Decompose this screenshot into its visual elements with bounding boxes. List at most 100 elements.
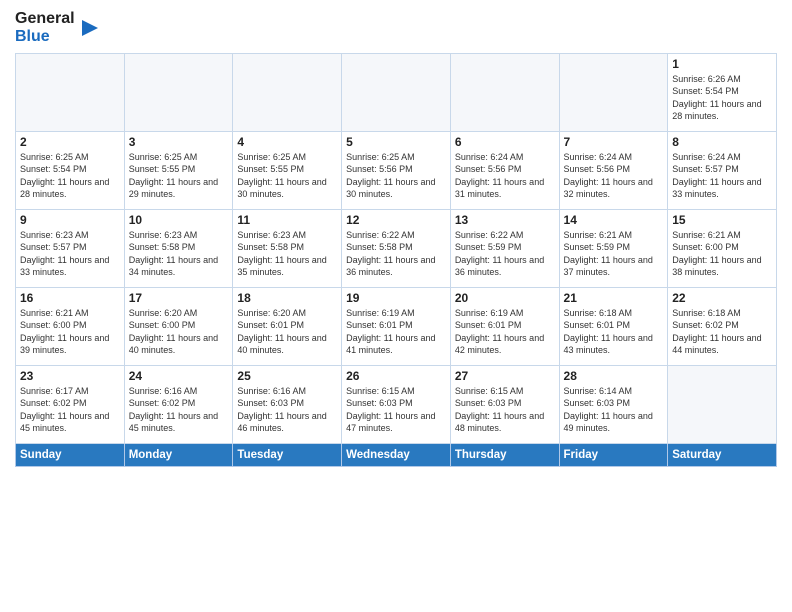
week-row-2: 2 Sunrise: 6:25 AM Sunset: 5:54 PM Daylig… (16, 131, 777, 209)
calendar-cell: 16 Sunrise: 6:21 AM Sunset: 6:00 PM Dayli… (16, 287, 125, 365)
calendar-table: 1 Sunrise: 6:26 AM Sunset: 5:54 PM Daylig… (15, 53, 777, 467)
day-number: 27 (455, 369, 555, 383)
calendar-cell (233, 53, 342, 131)
day-number: 3 (129, 135, 229, 149)
calendar-cell: 17 Sunrise: 6:20 AM Sunset: 6:00 PM Dayli… (124, 287, 233, 365)
weekday-header-thursday: Thursday (450, 443, 559, 466)
calendar-cell: 7 Sunrise: 6:24 AM Sunset: 5:56 PM Daylig… (559, 131, 668, 209)
day-info: Sunrise: 6:25 AM Sunset: 5:55 PM Dayligh… (237, 151, 337, 201)
day-number: 25 (237, 369, 337, 383)
logo-general: General (15, 10, 75, 28)
day-info: Sunrise: 6:24 AM Sunset: 5:57 PM Dayligh… (672, 151, 772, 201)
day-number: 22 (672, 291, 772, 305)
calendar-cell: 24 Sunrise: 6:16 AM Sunset: 6:02 PM Dayli… (124, 365, 233, 443)
day-number: 1 (672, 57, 772, 71)
day-info: Sunrise: 6:23 AM Sunset: 5:58 PM Dayligh… (129, 229, 229, 279)
day-info: Sunrise: 6:26 AM Sunset: 5:54 PM Dayligh… (672, 73, 772, 123)
day-info: Sunrise: 6:21 AM Sunset: 6:00 PM Dayligh… (672, 229, 772, 279)
day-number: 7 (564, 135, 664, 149)
calendar-cell (668, 365, 777, 443)
calendar-cell: 21 Sunrise: 6:18 AM Sunset: 6:01 PM Dayli… (559, 287, 668, 365)
day-number: 23 (20, 369, 120, 383)
weekday-header-saturday: Saturday (668, 443, 777, 466)
day-number: 26 (346, 369, 446, 383)
day-info: Sunrise: 6:20 AM Sunset: 6:01 PM Dayligh… (237, 307, 337, 357)
day-number: 2 (20, 135, 120, 149)
logo-arrow-icon (78, 17, 100, 39)
day-info: Sunrise: 6:20 AM Sunset: 6:00 PM Dayligh… (129, 307, 229, 357)
day-number: 9 (20, 213, 120, 227)
day-number: 16 (20, 291, 120, 305)
logo: General Blue (15, 10, 100, 45)
day-info: Sunrise: 6:21 AM Sunset: 5:59 PM Dayligh… (564, 229, 664, 279)
calendar-cell: 23 Sunrise: 6:17 AM Sunset: 6:02 PM Dayli… (16, 365, 125, 443)
week-row-3: 9 Sunrise: 6:23 AM Sunset: 5:57 PM Daylig… (16, 209, 777, 287)
calendar-cell: 25 Sunrise: 6:16 AM Sunset: 6:03 PM Dayli… (233, 365, 342, 443)
day-number: 12 (346, 213, 446, 227)
day-info: Sunrise: 6:23 AM Sunset: 5:58 PM Dayligh… (237, 229, 337, 279)
day-number: 19 (346, 291, 446, 305)
calendar-cell: 28 Sunrise: 6:14 AM Sunset: 6:03 PM Dayli… (559, 365, 668, 443)
day-info: Sunrise: 6:17 AM Sunset: 6:02 PM Dayligh… (20, 385, 120, 435)
calendar-cell: 9 Sunrise: 6:23 AM Sunset: 5:57 PM Daylig… (16, 209, 125, 287)
day-number: 4 (237, 135, 337, 149)
day-info: Sunrise: 6:19 AM Sunset: 6:01 PM Dayligh… (346, 307, 446, 357)
day-info: Sunrise: 6:18 AM Sunset: 6:01 PM Dayligh… (564, 307, 664, 357)
day-info: Sunrise: 6:19 AM Sunset: 6:01 PM Dayligh… (455, 307, 555, 357)
calendar-cell: 18 Sunrise: 6:20 AM Sunset: 6:01 PM Dayli… (233, 287, 342, 365)
calendar-cell: 20 Sunrise: 6:19 AM Sunset: 6:01 PM Dayli… (450, 287, 559, 365)
day-info: Sunrise: 6:22 AM Sunset: 5:58 PM Dayligh… (346, 229, 446, 279)
day-info: Sunrise: 6:16 AM Sunset: 6:02 PM Dayligh… (129, 385, 229, 435)
calendar-cell (559, 53, 668, 131)
calendar-page: General Blue 1 Sunrise: 6:26 AM Sunset: 5… (0, 0, 792, 612)
day-info: Sunrise: 6:16 AM Sunset: 6:03 PM Dayligh… (237, 385, 337, 435)
day-info: Sunrise: 6:23 AM Sunset: 5:57 PM Dayligh… (20, 229, 120, 279)
calendar-cell: 10Sunrise: 6:23 AM Sunset: 5:58 PM Dayli… (124, 209, 233, 287)
day-info: Sunrise: 6:25 AM Sunset: 5:54 PM Dayligh… (20, 151, 120, 201)
calendar-cell: 19 Sunrise: 6:19 AM Sunset: 6:01 PM Dayli… (342, 287, 451, 365)
day-number: 21 (564, 291, 664, 305)
calendar-cell: 4 Sunrise: 6:25 AM Sunset: 5:55 PM Daylig… (233, 131, 342, 209)
day-info: Sunrise: 6:24 AM Sunset: 5:56 PM Dayligh… (455, 151, 555, 201)
day-info: Sunrise: 6:24 AM Sunset: 5:56 PM Dayligh… (564, 151, 664, 201)
weekday-header-wednesday: Wednesday (342, 443, 451, 466)
day-info: Sunrise: 6:15 AM Sunset: 6:03 PM Dayligh… (346, 385, 446, 435)
day-number: 14 (564, 213, 664, 227)
week-row-1: 1 Sunrise: 6:26 AM Sunset: 5:54 PM Daylig… (16, 53, 777, 131)
calendar-cell: 5Sunrise: 6:25 AM Sunset: 5:56 PM Daylig… (342, 131, 451, 209)
calendar-cell (450, 53, 559, 131)
logo-container: General Blue (15, 10, 100, 45)
day-number: 5 (346, 135, 446, 149)
calendar-cell: 22 Sunrise: 6:18 AM Sunset: 6:02 PM Dayli… (668, 287, 777, 365)
calendar-cell: 26 Sunrise: 6:15 AM Sunset: 6:03 PM Dayli… (342, 365, 451, 443)
calendar-cell: 11 Sunrise: 6:23 AM Sunset: 5:58 PM Dayli… (233, 209, 342, 287)
day-number: 6 (455, 135, 555, 149)
weekday-header-monday: Monday (124, 443, 233, 466)
calendar-cell: 14 Sunrise: 6:21 AM Sunset: 5:59 PM Dayli… (559, 209, 668, 287)
header: General Blue (15, 10, 777, 45)
calendar-cell: 3Sunrise: 6:25 AM Sunset: 5:55 PM Daylig… (124, 131, 233, 209)
day-number: 24 (129, 369, 229, 383)
weekday-header-friday: Friday (559, 443, 668, 466)
day-info: Sunrise: 6:18 AM Sunset: 6:02 PM Dayligh… (672, 307, 772, 357)
week-row-4: 16 Sunrise: 6:21 AM Sunset: 6:00 PM Dayli… (16, 287, 777, 365)
calendar-cell: 8 Sunrise: 6:24 AM Sunset: 5:57 PM Daylig… (668, 131, 777, 209)
calendar-cell (342, 53, 451, 131)
calendar-cell: 27Sunrise: 6:15 AM Sunset: 6:03 PM Dayli… (450, 365, 559, 443)
calendar-cell: 6 Sunrise: 6:24 AM Sunset: 5:56 PM Daylig… (450, 131, 559, 209)
day-number: 17 (129, 291, 229, 305)
day-number: 13 (455, 213, 555, 227)
day-number: 18 (237, 291, 337, 305)
day-number: 20 (455, 291, 555, 305)
day-number: 8 (672, 135, 772, 149)
day-number: 11 (237, 213, 337, 227)
calendar-cell (16, 53, 125, 131)
calendar-cell: 15 Sunrise: 6:21 AM Sunset: 6:00 PM Dayli… (668, 209, 777, 287)
weekday-header-tuesday: Tuesday (233, 443, 342, 466)
day-number: 28 (564, 369, 664, 383)
day-info: Sunrise: 6:21 AM Sunset: 6:00 PM Dayligh… (20, 307, 120, 357)
calendar-cell: 12 Sunrise: 6:22 AM Sunset: 5:58 PM Dayli… (342, 209, 451, 287)
day-info: Sunrise: 6:14 AM Sunset: 6:03 PM Dayligh… (564, 385, 664, 435)
day-number: 15 (672, 213, 772, 227)
calendar-cell: 1 Sunrise: 6:26 AM Sunset: 5:54 PM Daylig… (668, 53, 777, 131)
